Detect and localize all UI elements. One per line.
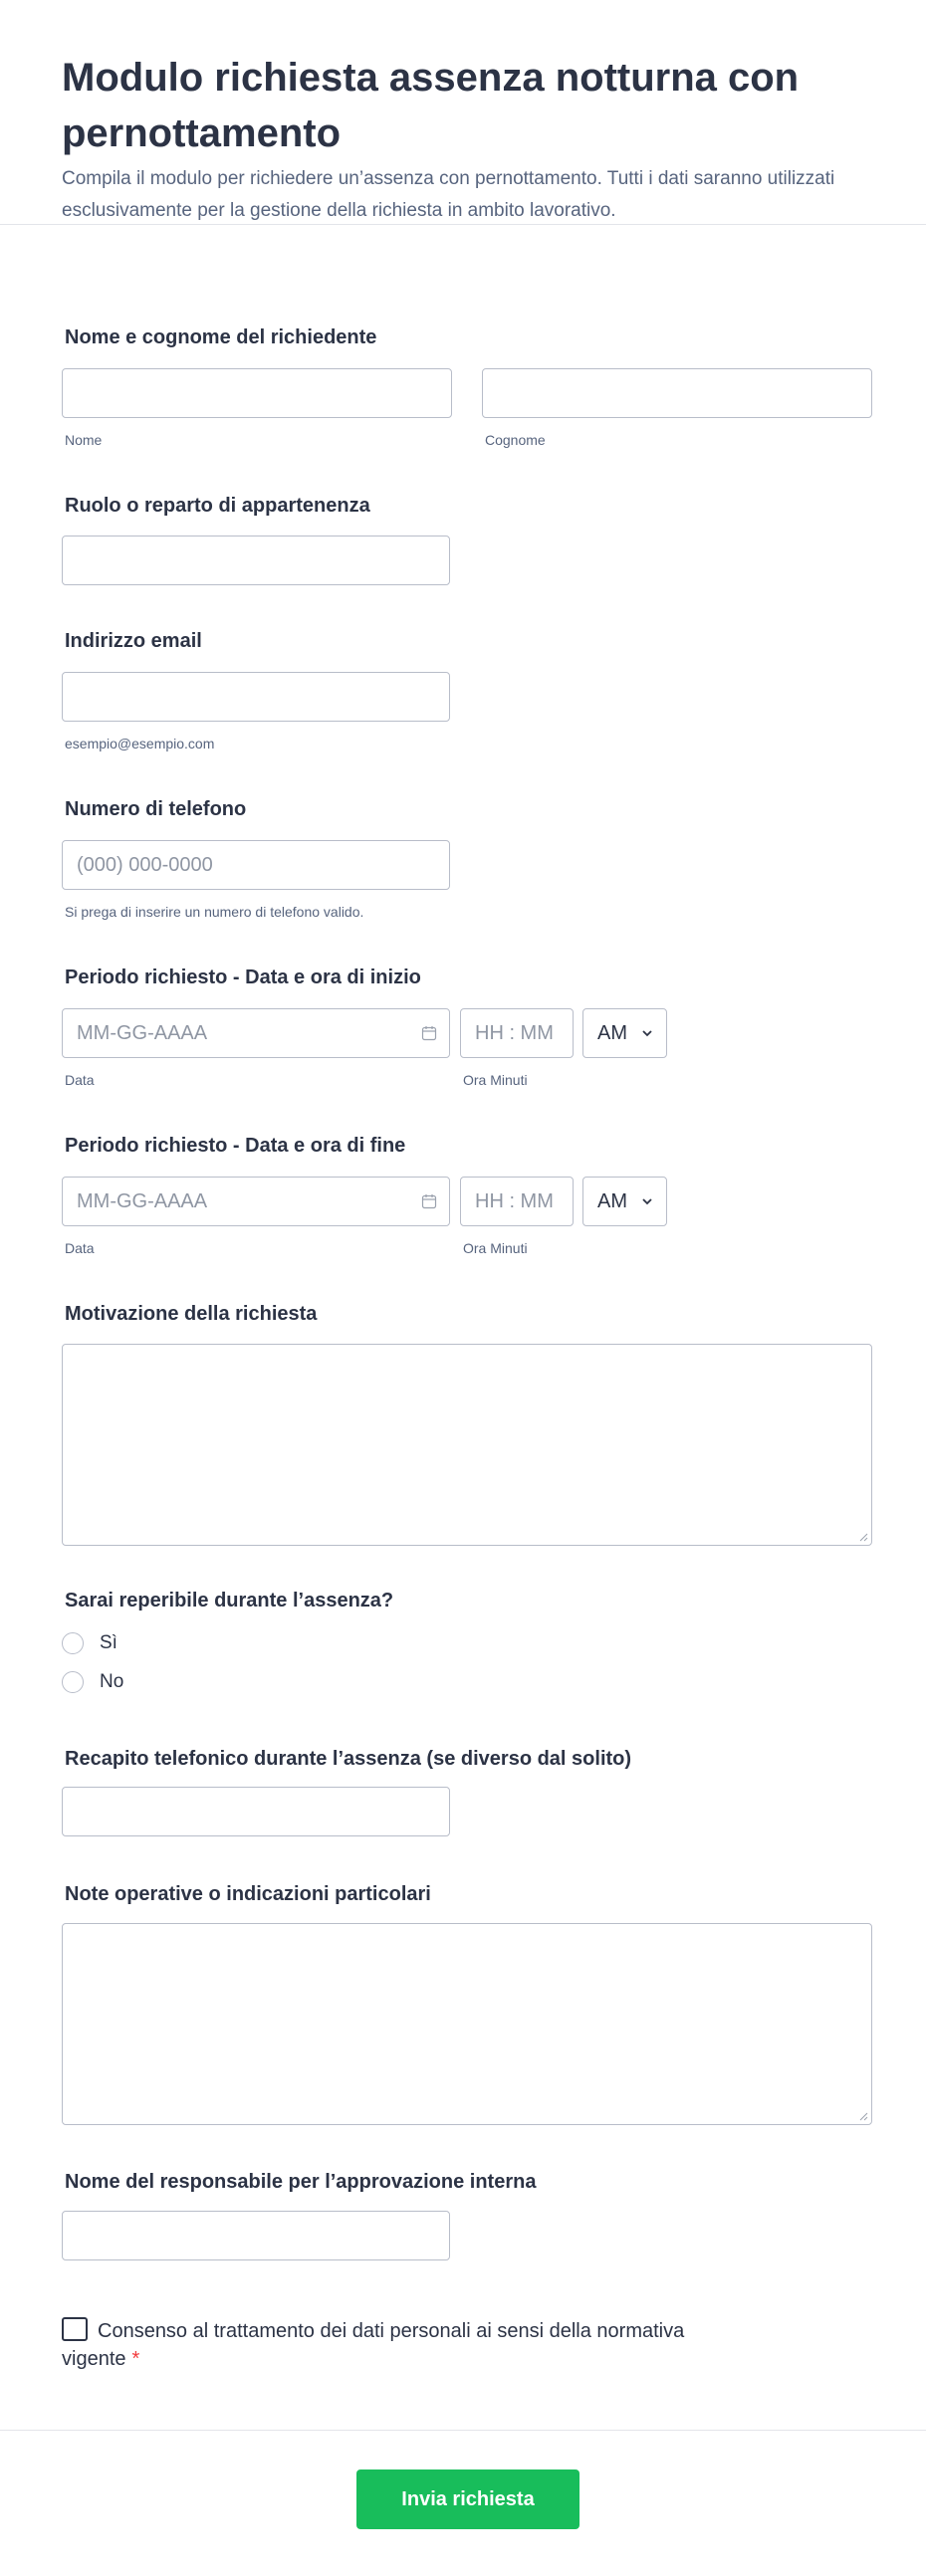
submit-button[interactable]: Invia richiesta xyxy=(356,2469,579,2529)
end-label: Periodo richiesto - Data e ora di fine xyxy=(65,1135,406,1157)
end-date-input[interactable]: MM-GG-AAAA xyxy=(62,1177,450,1226)
phone-placeholder: (000) 000-0000 xyxy=(77,853,213,876)
consent-field[interactable]: Consenso al trattamento dei dati persona… xyxy=(62,2317,759,2373)
phone-label: Numero di telefono xyxy=(65,798,247,820)
email-label: Indirizzo email xyxy=(65,630,202,652)
name-label: Nome e cognome del richiedente xyxy=(65,326,377,348)
page-subtitle: Compila il modulo per richiedere un’asse… xyxy=(62,168,835,221)
notes-label: Note operative o indicazioni particolari xyxy=(65,1883,431,1905)
last-name-input[interactable] xyxy=(482,368,872,418)
reachable-option-no[interactable]: No xyxy=(62,1671,123,1693)
notes-textarea[interactable] xyxy=(62,1923,872,2125)
chevron-down-icon xyxy=(642,1198,652,1205)
required-mark: * xyxy=(131,2348,140,2370)
last-name-sublabel: Cognome xyxy=(485,432,546,448)
page-title: Modulo richiesta assenza notturna con pe… xyxy=(62,56,800,155)
resize-handle-icon[interactable] xyxy=(858,1532,868,1542)
end-date-placeholder: MM-GG-AAAA xyxy=(77,1189,208,1212)
email-input[interactable] xyxy=(62,672,450,722)
reachable-option-yes[interactable]: Sì xyxy=(62,1632,117,1654)
end-ampm-value: AM xyxy=(597,1189,627,1212)
resize-handle-icon[interactable] xyxy=(858,2111,868,2121)
end-date-sublabel: Data xyxy=(65,1240,95,1256)
radio-label: Sì xyxy=(100,1632,117,1653)
manager-input[interactable] xyxy=(62,2211,450,2260)
role-input[interactable] xyxy=(62,536,450,585)
consent-checkbox[interactable] xyxy=(62,2317,88,2341)
start-ampm-value: AM xyxy=(597,1021,627,1044)
footer-divider xyxy=(0,2430,926,2431)
role-label: Ruolo o reparto di appartenenza xyxy=(65,495,370,517)
start-date-placeholder: MM-GG-AAAA xyxy=(77,1021,208,1044)
phone-sublabel: Si prega di inserire un numero di telefo… xyxy=(65,904,364,920)
first-name-sublabel: Nome xyxy=(65,432,103,448)
radio-button[interactable] xyxy=(62,1671,84,1693)
start-label: Periodo richiesto - Data e ora di inizio xyxy=(65,966,421,988)
start-date-input[interactable]: MM-GG-AAAA xyxy=(62,1008,450,1058)
end-time-input[interactable]: HH : MM xyxy=(460,1177,574,1226)
chevron-down-icon xyxy=(642,1030,652,1037)
calendar-icon[interactable] xyxy=(421,1025,437,1041)
manager-label: Nome del responsabile per l’approvazione… xyxy=(65,2171,537,2193)
start-date-sublabel: Data xyxy=(65,1072,95,1088)
end-time-placeholder: HH : MM xyxy=(475,1189,554,1212)
first-name-input[interactable] xyxy=(62,368,452,418)
start-time-input[interactable]: HH : MM xyxy=(460,1008,574,1058)
email-sublabel: esempio@esempio.com xyxy=(65,736,215,751)
end-time-sublabel: Ora Minuti xyxy=(463,1240,528,1256)
end-ampm-select[interactable]: AM xyxy=(582,1177,667,1226)
radio-label: No xyxy=(100,1671,124,1692)
motivation-textarea[interactable] xyxy=(62,1344,872,1546)
start-ampm-select[interactable]: AM xyxy=(582,1008,667,1058)
form-header: Modulo richiesta assenza notturna con pe… xyxy=(0,0,926,225)
phone-input[interactable]: (000) 000-0000 xyxy=(62,840,450,890)
motivation-label: Motivazione della richiesta xyxy=(65,1303,318,1325)
alt-phone-label: Recapito telefonico durante l’assenza (s… xyxy=(65,1748,632,1770)
calendar-icon[interactable] xyxy=(421,1193,437,1209)
radio-button[interactable] xyxy=(62,1632,84,1654)
alt-phone-input[interactable] xyxy=(62,1787,450,1836)
start-time-placeholder: HH : MM xyxy=(475,1021,554,1044)
reachable-label: Sarai reperibile durante l’assenza? xyxy=(65,1590,394,1611)
start-time-sublabel: Ora Minuti xyxy=(463,1072,528,1088)
consent-text: Consenso al trattamento dei dati persona… xyxy=(62,2320,685,2370)
